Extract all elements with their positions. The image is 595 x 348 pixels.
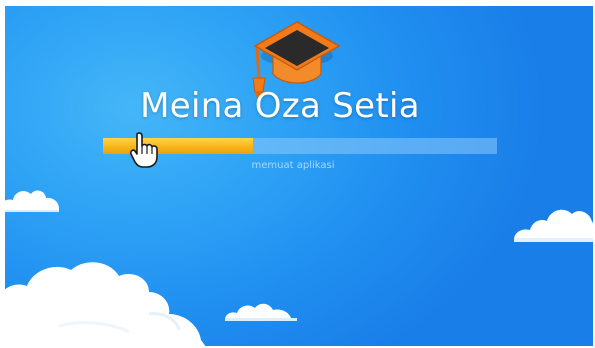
cloud-left-icon [5, 190, 59, 212]
cloud-small-icon [225, 303, 297, 321]
hand-pointer-icon [130, 132, 158, 168]
cloud-bottom-left-icon [5, 262, 206, 346]
screenshot-frame: Meina Oza Setia memuat aplikasi [0, 0, 595, 348]
splash-screen: Meina Oza Setia memuat aplikasi [5, 6, 593, 346]
progress-bar-fill [103, 138, 253, 154]
cloud-right-icon [514, 209, 593, 242]
progress-bar [103, 138, 497, 154]
loading-status: memuat aplikasi [251, 160, 335, 171]
app-title: Meina Oza Setia [140, 86, 420, 126]
